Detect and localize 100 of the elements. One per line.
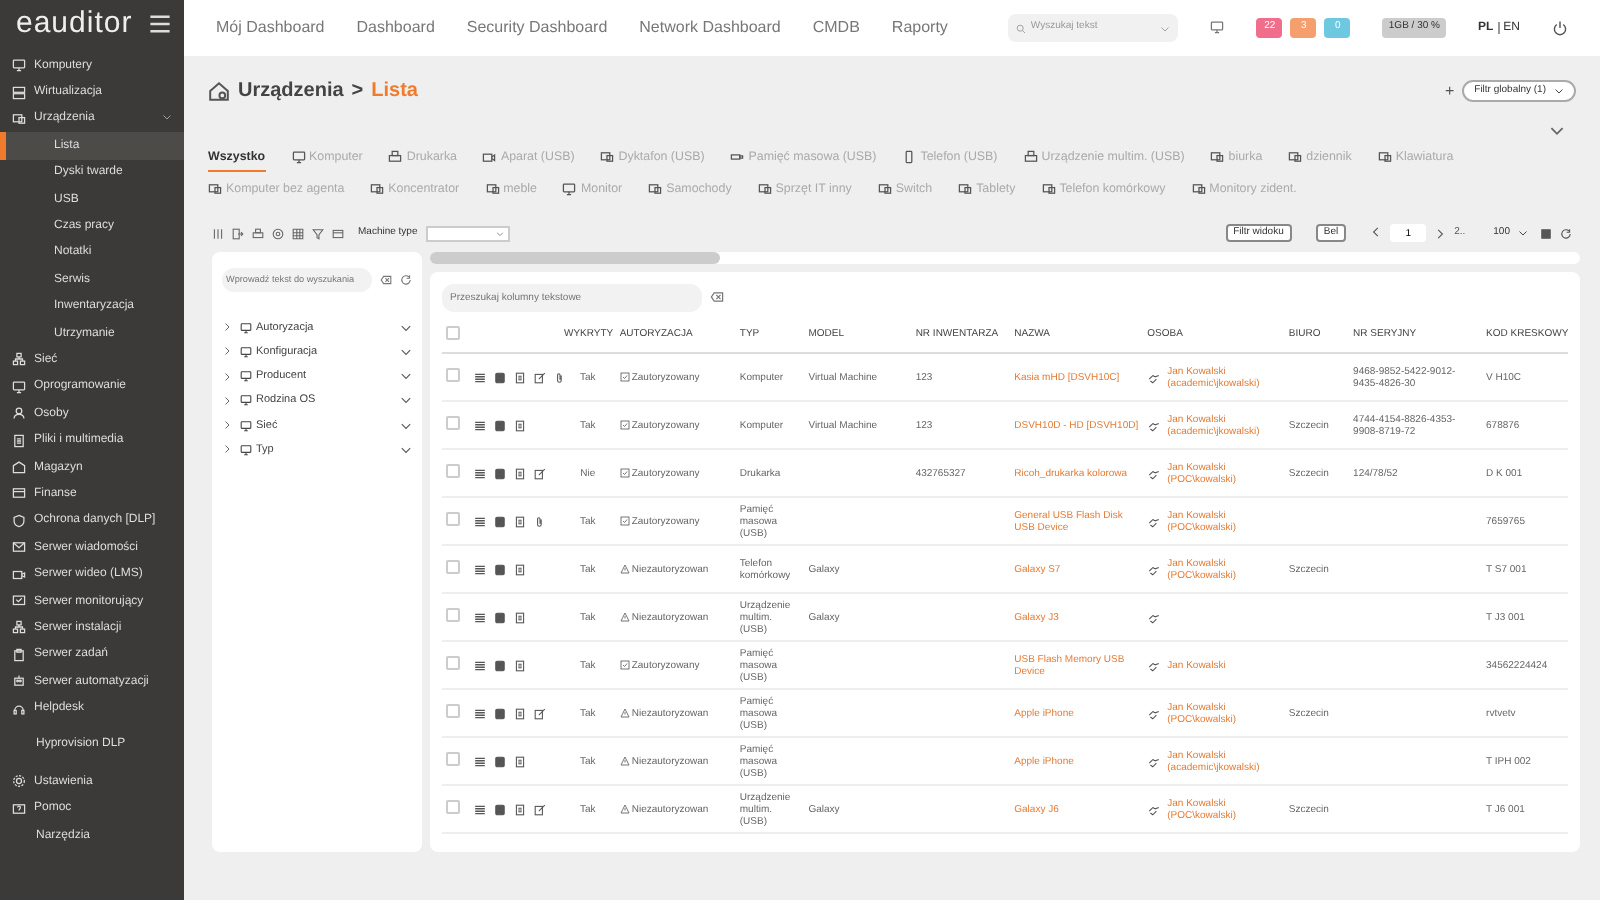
- document-icon[interactable]: [513, 371, 526, 384]
- clear-icon[interactable]: [710, 290, 724, 305]
- nav-link[interactable]: CMDB: [812, 16, 860, 40]
- chevron-right-icon[interactable]: [222, 420, 232, 431]
- chevron-right-icon[interactable]: [1434, 227, 1447, 240]
- list-icon[interactable]: [473, 467, 486, 480]
- columns-icon[interactable]: [212, 227, 224, 240]
- video-camera-icon: [12, 567, 26, 582]
- list-icon[interactable]: [473, 611, 486, 624]
- chevron-right-icon[interactable]: [222, 444, 232, 455]
- id-card-icon[interactable]: [493, 419, 506, 432]
- link-icon[interactable]: [1147, 515, 1160, 528]
- card-icon[interactable]: [332, 227, 344, 240]
- row-checkbox[interactable]: [446, 560, 460, 575]
- row-checkbox[interactable]: [446, 752, 460, 767]
- list-icon[interactable]: [473, 419, 486, 432]
- clear-icon[interactable]: [380, 273, 392, 286]
- nav-link[interactable]: Mój Dashboard: [216, 16, 325, 40]
- warning-icon: [619, 804, 630, 815]
- help-icon: [12, 801, 26, 816]
- row-checkbox[interactable]: [446, 512, 460, 527]
- list-icon[interactable]: [473, 659, 486, 672]
- edit-icon[interactable]: [533, 467, 546, 480]
- devices-icon: [877, 182, 892, 197]
- document-icon[interactable]: [513, 803, 526, 816]
- link-icon[interactable]: [1147, 611, 1160, 624]
- list-icon[interactable]: [473, 515, 486, 528]
- link-icon[interactable]: [1147, 467, 1160, 480]
- row-checkbox[interactable]: [446, 656, 460, 671]
- document-icon[interactable]: [513, 467, 526, 480]
- id-card-icon[interactable]: [493, 371, 506, 384]
- list-icon[interactable]: [473, 755, 486, 768]
- row-checkbox[interactable]: [446, 608, 460, 623]
- chevron-right-icon[interactable]: [222, 322, 232, 333]
- nav-link[interactable]: Security Dashboard: [466, 16, 608, 40]
- document-icon[interactable]: [513, 659, 526, 672]
- id-card-icon[interactable]: [493, 659, 506, 672]
- nav-link[interactable]: Network Dashboard: [639, 16, 781, 40]
- horizontal-scrollbar[interactable]: [430, 251, 1580, 264]
- link-icon[interactable]: [1147, 371, 1160, 384]
- edit-icon[interactable]: [533, 803, 546, 816]
- link-icon[interactable]: [1147, 803, 1160, 816]
- id-card-icon[interactable]: [493, 707, 506, 720]
- check-square-icon: [619, 420, 630, 431]
- link-icon[interactable]: [1147, 707, 1160, 720]
- document-icon[interactable]: [513, 515, 526, 528]
- monitor-icon[interactable]: [1210, 20, 1225, 35]
- camera-icon: [482, 150, 497, 165]
- devices-icon: [648, 182, 663, 197]
- document-icon[interactable]: [513, 755, 526, 768]
- menu-icon[interactable]: [148, 11, 172, 36]
- list-icon[interactable]: [473, 563, 486, 576]
- row-checkbox[interactable]: [446, 416, 460, 431]
- paperclip-icon[interactable]: [533, 515, 546, 528]
- id-card-icon[interactable]: [493, 515, 506, 528]
- filter-icon[interactable]: [312, 227, 324, 240]
- chevron-right-icon[interactable]: [222, 346, 232, 357]
- paperclip-icon[interactable]: [553, 371, 566, 384]
- row-checkbox[interactable]: [446, 800, 460, 815]
- id-card-icon[interactable]: [493, 755, 506, 768]
- chevron-right-icon[interactable]: [222, 395, 232, 406]
- row-checkbox[interactable]: [446, 704, 460, 719]
- edit-icon[interactable]: [533, 707, 546, 720]
- breadcrumb-link[interactable]: Urządzenia: [238, 76, 344, 106]
- id-card-icon[interactable]: [493, 803, 506, 816]
- document-icon[interactable]: [513, 563, 526, 576]
- document-icon[interactable]: [513, 419, 526, 432]
- shield-icon: [12, 513, 26, 528]
- add-filter-icon[interactable]: +: [1444, 79, 1455, 103]
- person-icon: [12, 406, 26, 421]
- chevron-right-icon[interactable]: [222, 371, 232, 382]
- id-card-icon[interactable]: [493, 467, 506, 480]
- id-card-icon[interactable]: [493, 611, 506, 624]
- link-icon[interactable]: [1147, 563, 1160, 576]
- warning-icon: [619, 564, 630, 575]
- export-icon[interactable]: [232, 227, 244, 240]
- refresh-icon[interactable]: [400, 273, 412, 286]
- chevron-down-icon[interactable]: [1550, 126, 1564, 136]
- list-icon[interactable]: [473, 803, 486, 816]
- row-checkbox[interactable]: [446, 368, 460, 383]
- edit-icon[interactable]: [533, 371, 546, 384]
- target-icon[interactable]: [272, 227, 284, 240]
- select-all-checkbox[interactable]: [446, 325, 460, 340]
- row-checkbox[interactable]: [446, 464, 460, 479]
- printer-icon[interactable]: [252, 227, 264, 240]
- list-icon[interactable]: [473, 707, 486, 720]
- document-icon[interactable]: [513, 611, 526, 624]
- id-card-icon[interactable]: [493, 563, 506, 576]
- link-icon[interactable]: [1147, 755, 1160, 768]
- chevron-left-icon[interactable]: [1370, 226, 1383, 239]
- nav-link[interactable]: Dashboard: [356, 16, 435, 40]
- document-icon[interactable]: [513, 707, 526, 720]
- refresh-icon[interactable]: [1560, 227, 1572, 240]
- list-icon[interactable]: [473, 371, 486, 384]
- link-icon[interactable]: [1147, 659, 1160, 672]
- power-icon[interactable]: [1552, 19, 1568, 36]
- grid-icon[interactable]: [292, 227, 304, 240]
- nav-link[interactable]: Raporty: [891, 16, 948, 40]
- link-icon[interactable]: [1147, 419, 1160, 432]
- monitor-icon: [291, 150, 306, 165]
